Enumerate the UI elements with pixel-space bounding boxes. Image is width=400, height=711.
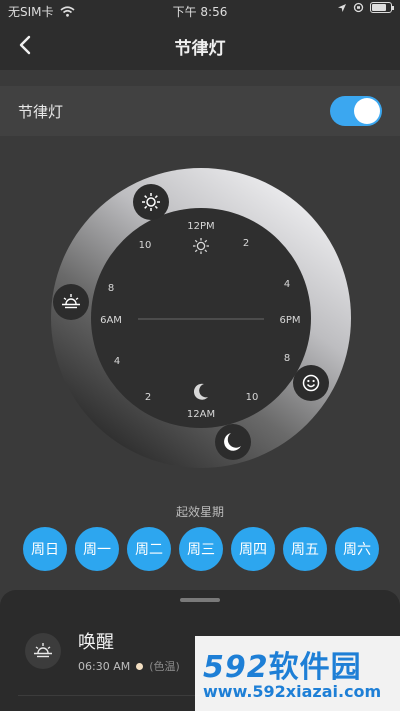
status-bar: 无SIM卡 下午 8:56 xyxy=(0,0,400,22)
rhythm-light-toggle-row: 节律灯 xyxy=(0,86,400,136)
schedule-item-icon-wrap xyxy=(25,633,61,669)
hour-label-8-right: 8 xyxy=(284,353,290,364)
day-button-sun[interactable]: 周日 xyxy=(23,527,67,571)
hour-label-4-right: 4 xyxy=(284,279,290,290)
watermark-url: www.592xiazai.com xyxy=(203,682,382,701)
color-temp-dot xyxy=(136,662,144,670)
schedule-item-title[interactable]: 唤醒 xyxy=(78,628,114,654)
sunrise-icon xyxy=(34,643,52,658)
hour-label-6pm: 6PM xyxy=(279,315,300,326)
moon-handle[interactable] xyxy=(215,424,251,460)
nav-bar: 节律灯 xyxy=(0,22,400,70)
watermark-brand-text: 软件园 xyxy=(268,650,362,685)
schedule-item-subtitle: 06:30 AM (色温) xyxy=(78,658,180,674)
hour-label-10-bottom: 10 xyxy=(246,392,259,403)
toggle-knob xyxy=(354,98,380,124)
rhythm-light-toggle[interactable] xyxy=(330,96,382,126)
dial-face xyxy=(91,208,311,428)
weekday-selector: 周日 周一 周二 周三 周四 周五 周六 xyxy=(23,527,379,571)
sunrise-handle[interactable] xyxy=(53,284,89,320)
hour-label-10-top: 10 xyxy=(139,240,152,251)
hour-label-8-left: 8 xyxy=(108,283,114,294)
hour-label-4-left: 4 xyxy=(114,356,120,367)
day-button-mon[interactable]: 周一 xyxy=(75,527,119,571)
smile-handle[interactable] xyxy=(293,365,329,401)
watermark-brand: 592软件园 xyxy=(203,642,362,686)
schedule-item-time: 06:30 AM xyxy=(78,659,131,673)
day-button-tue[interactable]: 周二 xyxy=(127,527,171,571)
day-button-sat[interactable]: 周六 xyxy=(335,527,379,571)
location-arrow-icon xyxy=(338,3,346,12)
sheet-drag-handle[interactable] xyxy=(180,598,220,602)
weekday-section-label: 起效星期 xyxy=(175,505,224,519)
watermark: 592软件园 www.592xiazai.com xyxy=(195,636,400,711)
hour-label-12pm: 12PM xyxy=(187,221,214,232)
page-title: 节律灯 xyxy=(174,39,226,59)
hour-label-2-bottom: 2 xyxy=(145,392,151,403)
toggle-label: 节律灯 xyxy=(18,102,64,121)
hour-label-2-top: 2 xyxy=(243,238,249,249)
color-temp-label: (色温) xyxy=(149,660,180,673)
hour-label-12am: 12AM xyxy=(187,409,215,420)
orientation-lock-icon xyxy=(353,2,364,13)
day-button-wed[interactable]: 周三 xyxy=(179,527,223,571)
day-button-thu[interactable]: 周四 xyxy=(231,527,275,571)
status-right xyxy=(337,2,394,13)
hour-label-6am: 6AM xyxy=(100,315,122,326)
watermark-digits: 592 xyxy=(203,650,269,685)
sun-handle[interactable] xyxy=(133,184,169,220)
day-button-fri[interactable]: 周五 xyxy=(283,527,327,571)
battery-icon xyxy=(370,2,394,13)
rhythm-dial: 12PM 12AM 6AM 6PM 2 4 8 10 2 4 8 10 xyxy=(51,168,351,468)
